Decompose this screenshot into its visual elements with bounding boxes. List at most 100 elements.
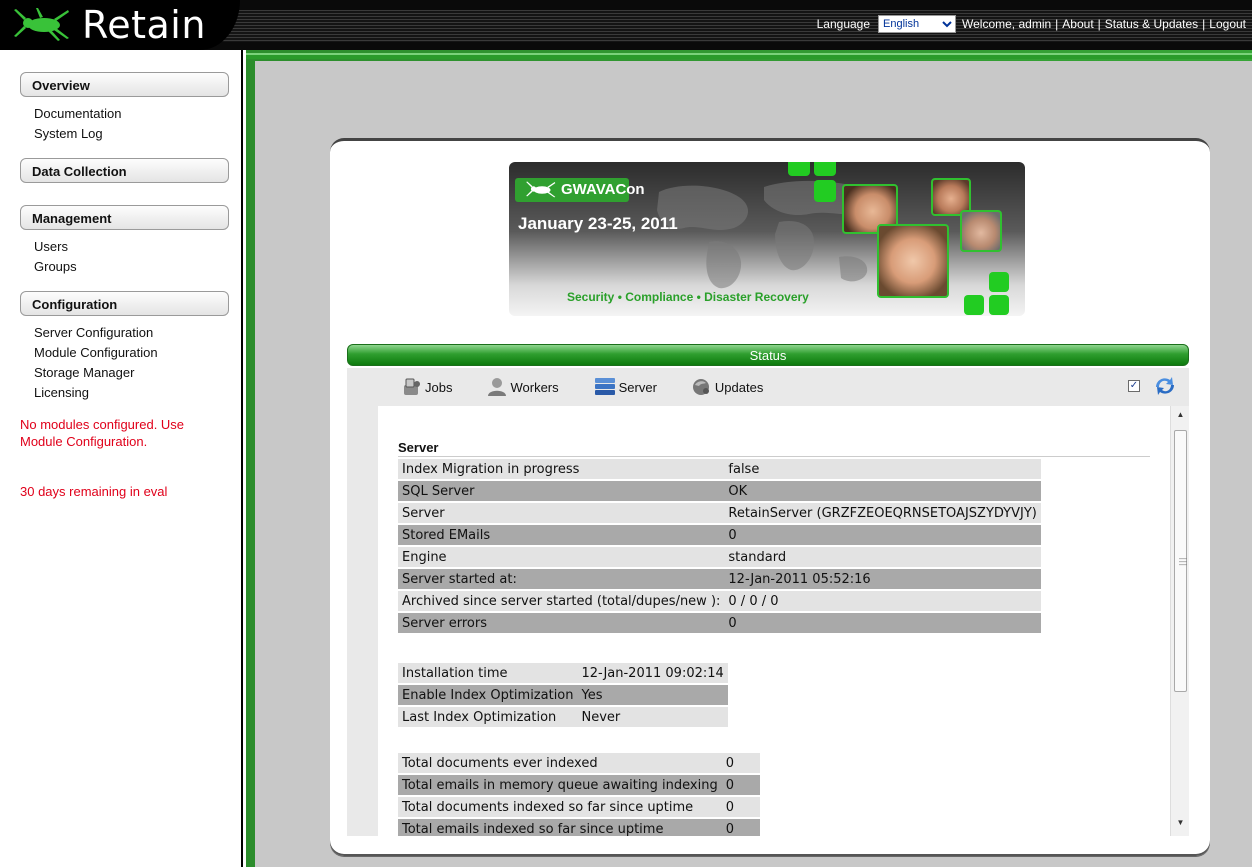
top-header: Retain Language English Welcome, admin |… bbox=[0, 0, 1252, 50]
server-icon bbox=[594, 378, 615, 395]
status-tabs: Jobs Workers Server Updates bbox=[401, 377, 797, 397]
table-row: Stored EMails 0 bbox=[398, 525, 1041, 545]
nav-separator: | bbox=[1202, 17, 1206, 31]
sidebar-section-data-collection[interactable]: Data Collection bbox=[20, 158, 229, 183]
row-key: Total documents indexed so far since upt… bbox=[398, 797, 722, 817]
row-value: Never bbox=[577, 707, 728, 727]
table-row: Last Index Optimization Never bbox=[398, 707, 728, 727]
sidebar-section-overview[interactable]: Overview bbox=[20, 72, 229, 97]
sidebar-item-documentation[interactable]: Documentation bbox=[34, 104, 241, 124]
row-key: Index Migration in progress bbox=[398, 459, 725, 479]
welcome-link[interactable]: Welcome, admin bbox=[962, 17, 1051, 31]
server-status-content: Server Index Migration in progress false … bbox=[378, 406, 1170, 836]
row-value: 0 bbox=[724, 525, 1041, 545]
eval-warning: 30 days remaining in eval bbox=[20, 484, 168, 499]
tab-label: Server bbox=[618, 379, 657, 395]
row-value: standard bbox=[724, 547, 1041, 567]
sidebar-section-management[interactable]: Management bbox=[20, 205, 229, 230]
green-square bbox=[788, 162, 810, 176]
tab-server[interactable]: Server bbox=[593, 377, 657, 397]
row-key: Installation time bbox=[398, 663, 578, 683]
green-square bbox=[814, 180, 836, 202]
sidebar-item-groups[interactable]: Groups bbox=[34, 257, 241, 277]
sidebar-item-licensing[interactable]: Licensing bbox=[34, 383, 241, 403]
row-value: 12-Jan-2011 09:02:14 bbox=[577, 663, 728, 683]
scroll-up-arrow-icon[interactable]: ▲ bbox=[1171, 410, 1190, 426]
brand-text: GWAVACon bbox=[561, 181, 645, 198]
status-title-bar: Status bbox=[347, 344, 1189, 366]
table-row: Archived since server started (total/dup… bbox=[398, 591, 1041, 611]
server-heading: Server bbox=[398, 440, 439, 455]
document-stats-table: Total documents ever indexed 0 Total emai… bbox=[398, 751, 760, 836]
auto-refresh-checkbox[interactable]: ✓ bbox=[1128, 380, 1140, 392]
language-select[interactable]: English bbox=[878, 15, 957, 33]
grip-icon: — — — bbox=[1179, 554, 1187, 569]
gwavacon-banner[interactable]: GWAVACon January 23-25, 2011 Security • … bbox=[509, 162, 1025, 316]
table-row: Total emails indexed so far since uptime… bbox=[398, 819, 760, 836]
row-key: Server started at: bbox=[398, 569, 725, 589]
app-name: Retain bbox=[82, 3, 206, 47]
sidebar-item-server-configuration[interactable]: Server Configuration bbox=[34, 323, 241, 343]
sidebar-item-system-log[interactable]: System Log bbox=[34, 124, 241, 144]
row-value: false bbox=[724, 459, 1041, 479]
row-value: Yes bbox=[577, 685, 728, 705]
cricket-icon bbox=[526, 181, 556, 198]
row-value: 0 bbox=[724, 613, 1041, 633]
row-key: Enable Index Optimization bbox=[398, 685, 578, 705]
updates-icon bbox=[692, 379, 709, 395]
row-key: Stored EMails bbox=[398, 525, 725, 545]
green-square bbox=[814, 162, 836, 176]
row-key: Archived since server started (total/dup… bbox=[398, 591, 725, 611]
scroll-down-arrow-icon[interactable]: ▼ bbox=[1171, 818, 1190, 834]
row-value: 12-Jan-2011 05:52:16 bbox=[724, 569, 1041, 589]
sidebar-section-configuration[interactable]: Configuration bbox=[20, 291, 229, 316]
status-updates-link[interactable]: Status & Updates bbox=[1105, 17, 1198, 31]
overview-links: Documentation System Log bbox=[0, 97, 241, 144]
row-value: 0 bbox=[721, 753, 760, 773]
row-value: RetainServer (GRZFZEOEQRNSETOAJSZYDYVJY) bbox=[724, 503, 1041, 523]
table-row: Index Migration in progress false bbox=[398, 459, 1041, 479]
table-row: Engine standard bbox=[398, 547, 1041, 567]
table-row: Total documents ever indexed 0 bbox=[398, 753, 760, 773]
row-key: Total documents ever indexed bbox=[398, 753, 722, 773]
row-value: 0 / 0 / 0 bbox=[724, 591, 1041, 611]
tab-label: Workers bbox=[510, 379, 559, 395]
tab-label: Updates bbox=[714, 379, 764, 395]
about-link[interactable]: About bbox=[1062, 17, 1093, 31]
row-value: 0 bbox=[721, 797, 760, 817]
refresh-icon[interactable] bbox=[1152, 374, 1178, 398]
no-modules-warning: No modules configured. Use Module Config… bbox=[20, 417, 185, 449]
configuration-links: Server Configuration Module Configuratio… bbox=[0, 316, 241, 403]
sidebar-item-module-configuration[interactable]: Module Configuration bbox=[34, 343, 241, 363]
language-label: Language bbox=[816, 17, 871, 31]
table-row: Server started at: 12-Jan-2011 05:52:16 bbox=[398, 569, 1041, 589]
banner-tagline: Security • Compliance • Disaster Recover… bbox=[567, 290, 809, 304]
nav-separator: | bbox=[1055, 17, 1059, 31]
scrollbar-thumb[interactable]: — — — bbox=[1174, 430, 1187, 692]
nav-separator: | bbox=[1097, 17, 1101, 31]
top-nav: Language English Welcome, admin | About … bbox=[817, 15, 1246, 33]
gwavacon-brand: GWAVACon bbox=[515, 178, 645, 202]
event-date: January 23-25, 2011 bbox=[518, 214, 678, 233]
row-key: Engine bbox=[398, 547, 725, 567]
table-row: SQL Server OK bbox=[398, 481, 1041, 501]
table-row: Total documents indexed so far since upt… bbox=[398, 797, 760, 817]
workers-icon bbox=[488, 378, 507, 396]
row-key: Last Index Optimization bbox=[398, 707, 578, 727]
table-row: Server errors 0 bbox=[398, 613, 1041, 633]
logout-link[interactable]: Logout bbox=[1209, 17, 1246, 31]
tab-jobs[interactable]: Jobs bbox=[401, 377, 452, 397]
sidebar-item-storage-manager[interactable]: Storage Manager bbox=[34, 363, 241, 383]
retain-logo[interactable]: Retain bbox=[0, 0, 240, 50]
table-row: Server RetainServer (GRZFZEOEQRNSETOAJSZY… bbox=[398, 503, 1041, 523]
table-row: Installation time 12-Jan-2011 09:02:14 bbox=[398, 663, 728, 683]
tab-updates[interactable]: Updates bbox=[691, 377, 763, 397]
row-key: Server errors bbox=[398, 613, 725, 633]
row-key: Server bbox=[398, 503, 725, 523]
sidebar-item-users[interactable]: Users bbox=[34, 237, 241, 257]
tab-workers[interactable]: Workers bbox=[486, 377, 559, 397]
content-scrollbar[interactable]: ▲ — — — ▼ bbox=[1170, 406, 1189, 836]
table-row: Enable Index Optimization Yes bbox=[398, 685, 728, 705]
attendee-photo bbox=[960, 210, 1002, 252]
green-square bbox=[964, 295, 984, 315]
